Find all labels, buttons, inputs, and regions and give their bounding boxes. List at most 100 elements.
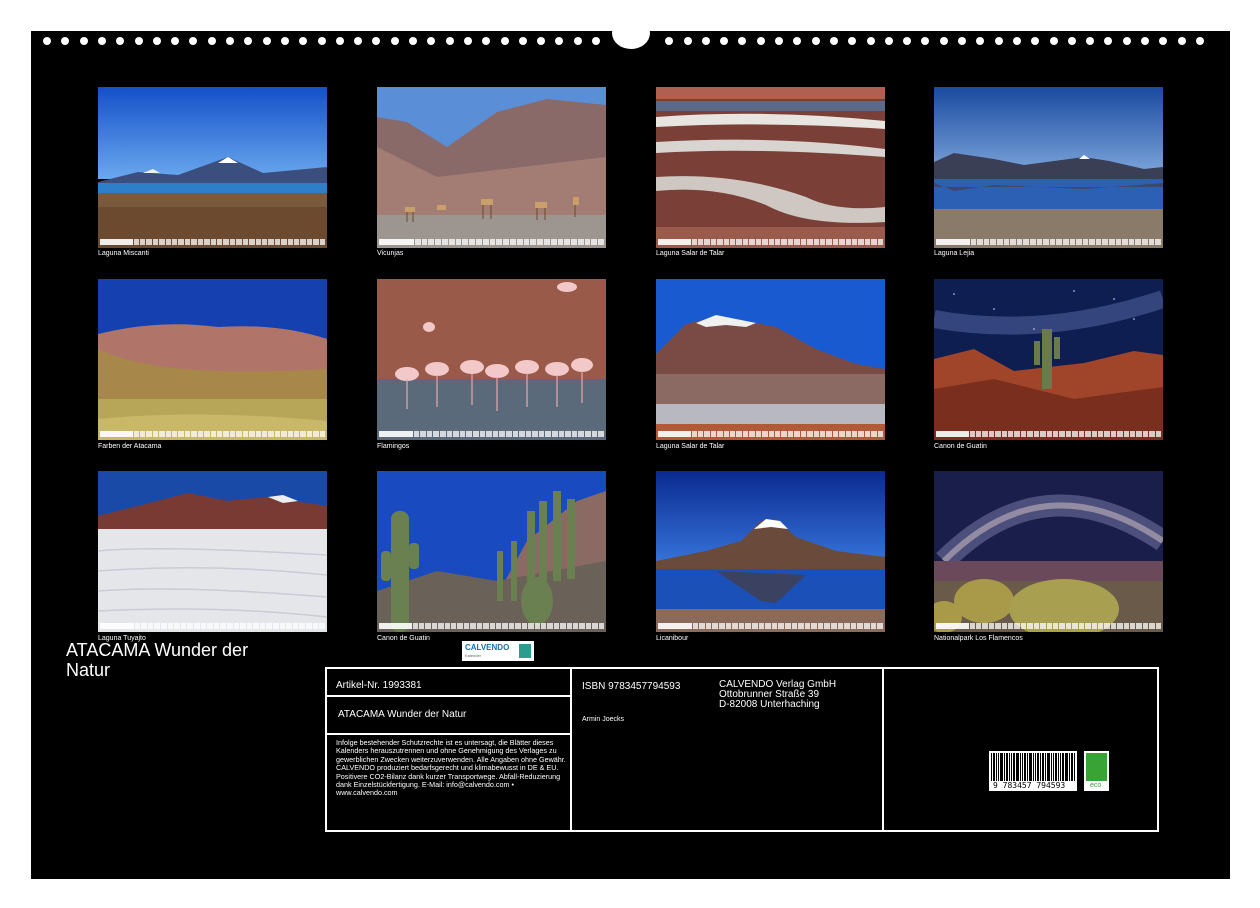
caption-3: Laguna Salar de Talar [656, 250, 885, 257]
barcode-bar [1035, 753, 1036, 781]
eco-label: eco [1090, 782, 1101, 789]
binding-hole [940, 37, 948, 45]
binding-hole [299, 37, 307, 45]
licanibour-image [656, 471, 885, 632]
flamingos-image [377, 279, 606, 440]
photo-canon-de-guatin-night [934, 279, 1163, 440]
barcode-bar [1058, 753, 1059, 781]
binding-hole [958, 37, 966, 45]
binding-hole [171, 37, 179, 45]
binding-hole [903, 37, 911, 45]
barcode-bar [1022, 753, 1023, 781]
photo-laguna-salar-de-talar [656, 87, 885, 248]
barcode-bar [1060, 753, 1061, 781]
caption-12: Nationalpark Los Flamencos [934, 635, 1163, 642]
binding-hole [43, 37, 51, 45]
binding-hole [189, 37, 197, 45]
calvendo-logo-sub: Kalender [465, 653, 481, 658]
salar-de-talar-2-image [656, 279, 885, 440]
binding-hole [1141, 37, 1149, 45]
binding-hole [226, 37, 234, 45]
photo-laguna-miscanti [98, 87, 327, 248]
barcode-bar [1045, 753, 1046, 781]
binding-hole [1086, 37, 1094, 45]
farben-der-atacama-image [98, 279, 327, 440]
barcode-bar [991, 753, 992, 781]
barcode-bar [1062, 753, 1064, 781]
barcode-bars [991, 753, 1075, 781]
binding-hole [446, 37, 454, 45]
binding-hole [244, 37, 252, 45]
binding-hole [885, 37, 893, 45]
legal-text: Infolge bestehender Schutzrechte ist es … [336, 739, 566, 798]
photo-canon-de-guatin [377, 471, 606, 632]
binding-hole [1178, 37, 1186, 45]
binding-hole [592, 37, 600, 45]
barcode-bar [1000, 753, 1003, 781]
barcode-bar [1027, 753, 1028, 781]
binding-hole [427, 37, 435, 45]
binding-hole [720, 37, 728, 45]
hanger-cutout [612, 17, 650, 49]
binding-hole [336, 37, 344, 45]
binding-hole [80, 37, 88, 45]
barcode-bar [993, 753, 995, 781]
binding-hole [812, 37, 820, 45]
barcode-bar [996, 753, 997, 781]
barcode-bar [1071, 753, 1073, 781]
binding-hole [263, 37, 271, 45]
binding-hole [738, 37, 746, 45]
los-flamencos-image [934, 471, 1163, 632]
leaf-icon [1086, 753, 1107, 781]
binding-hole [135, 37, 143, 45]
binding-hole [354, 37, 362, 45]
calvendo-logo-icon [519, 644, 531, 658]
binding-hole [1031, 37, 1039, 45]
article-number: Artikel-Nr. 1993381 [336, 680, 422, 691]
binding-hole [1104, 37, 1112, 45]
binding-hole [555, 37, 563, 45]
binding-hole [501, 37, 509, 45]
laguna-lejia-image [934, 87, 1163, 248]
barcode-bar [1016, 753, 1019, 781]
photo-laguna-lejia [934, 87, 1163, 248]
publisher-city: D-82008 Unterhaching [719, 700, 820, 710]
vicunjas-image [377, 87, 606, 248]
barcode-bar [1074, 753, 1075, 781]
barcode-bar [1004, 753, 1005, 781]
caption-6: Flamingos [377, 443, 606, 450]
binding-hole [153, 37, 161, 45]
caption-2: Vicunjas [377, 250, 606, 257]
calendar-title: ATACAMA Wunder der Natur [338, 709, 466, 720]
binding-hole [848, 37, 856, 45]
calvendo-logo-text: CALVENDO [465, 643, 509, 652]
binding-hole [318, 37, 326, 45]
barcode-bar [1053, 753, 1054, 781]
caption-4: Laguna Lejia [934, 250, 1163, 257]
binding-hole [775, 37, 783, 45]
binding-hole [976, 37, 984, 45]
binding-hole [1196, 37, 1204, 45]
laguna-miscanti-image [98, 87, 327, 248]
barcode-bar [1040, 753, 1041, 781]
binding-hole [116, 37, 124, 45]
binding-hole [519, 37, 527, 45]
binding-hole [372, 37, 380, 45]
binding-hole [98, 37, 106, 45]
caption-7: Laguna Salar de Talar [656, 443, 885, 450]
barcode-bar [1011, 753, 1012, 781]
author: Armin Joecks [582, 716, 624, 723]
barcode-bar [1006, 753, 1008, 781]
photo-laguna-tuyajto [98, 471, 327, 632]
binding-hole [464, 37, 472, 45]
eco-badge: eco [1084, 751, 1109, 791]
barcode-bar [998, 753, 999, 781]
barcode-bar [1069, 753, 1070, 781]
binding-hole [391, 37, 399, 45]
barcode-bar [1033, 753, 1034, 781]
barcode-number: 9 783457 794593 [993, 781, 1065, 790]
binding-hole [830, 37, 838, 45]
binding-hole [208, 37, 216, 45]
binding-hole [867, 37, 875, 45]
binding-hole [684, 37, 692, 45]
